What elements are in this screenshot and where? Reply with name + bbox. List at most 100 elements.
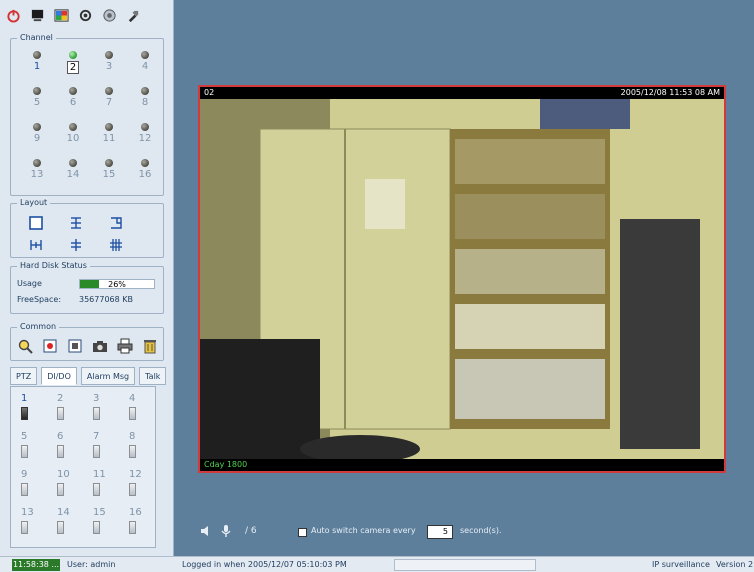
channel-11[interactable]: 11: [91, 123, 127, 147]
channel-group: Channel 1 2 3 4 5 6 7 8 9 10 11 12 13 14 15 16: [10, 32, 164, 196]
channel-12[interactable]: 12: [127, 123, 163, 147]
stop-icon[interactable]: [67, 338, 83, 354]
channel-number: 10: [66, 133, 80, 144]
layout-label: Layout: [17, 197, 51, 209]
tools-icon[interactable]: [126, 8, 141, 23]
status-user: User: admin: [67, 560, 116, 569]
status-bar: 11:58:38 ... User: admin Logged in when …: [0, 556, 754, 572]
channel-number: 3: [105, 61, 113, 72]
channel-status-led: [69, 123, 77, 131]
channel-16[interactable]: 16: [127, 159, 163, 183]
common-label: Common: [17, 321, 60, 333]
print-icon[interactable]: [117, 338, 133, 354]
record-icon[interactable]: [42, 338, 58, 354]
dido-number: 6: [57, 431, 64, 442]
channel-3[interactable]: 3: [91, 51, 127, 75]
channel-number: 15: [102, 169, 116, 180]
monitor-icon[interactable]: [30, 8, 45, 23]
status-time: 11:58:38 ...: [12, 559, 60, 571]
dido-switch[interactable]: [21, 521, 28, 534]
dido-switch[interactable]: [57, 521, 64, 534]
dido-channel-13: 13: [15, 507, 51, 541]
trash-icon[interactable]: [142, 338, 158, 354]
channel-7[interactable]: 7: [91, 87, 127, 111]
search-icon[interactable]: [17, 338, 33, 354]
dido-switch[interactable]: [21, 445, 28, 458]
dido-number: 13: [21, 507, 34, 518]
channel-number: 12: [138, 133, 152, 144]
channel-number: 8: [141, 97, 149, 108]
layout-split-icon[interactable]: [69, 216, 83, 230]
camera-scene: [200, 99, 724, 459]
video-overlay-text: Cday 1800: [204, 460, 248, 469]
channel-6[interactable]: 6: [55, 87, 91, 111]
dido-switch[interactable]: [129, 521, 136, 534]
channel-status-led: [141, 159, 149, 167]
dido-channel-7: 7: [87, 431, 123, 465]
dido-switch[interactable]: [57, 445, 64, 458]
status-progress: [394, 559, 536, 571]
channel-status-led: [105, 51, 113, 59]
speaker-icon[interactable]: [200, 524, 212, 538]
channel-1[interactable]: 1: [19, 51, 55, 75]
dido-switch[interactable]: [21, 407, 28, 420]
channel-14[interactable]: 14: [55, 159, 91, 183]
network-icon[interactable]: [102, 8, 117, 23]
microphone-icon[interactable]: [220, 524, 232, 538]
video-camera-id: 02: [204, 88, 215, 97]
dido-channel-2: 2: [51, 393, 87, 427]
dido-switch[interactable]: [57, 483, 64, 496]
channel-10[interactable]: 10: [55, 123, 91, 147]
dido-switch[interactable]: [93, 483, 100, 496]
tab-alarm-msg[interactable]: Alarm Msg: [80, 367, 136, 385]
dido-switch[interactable]: [93, 521, 100, 534]
common-toolbar: [17, 338, 158, 354]
settings-icon[interactable]: [78, 8, 93, 23]
layout-grid: [29, 216, 149, 252]
channel-9[interactable]: 9: [19, 123, 55, 147]
tab-dido[interactable]: DI/DO: [41, 367, 77, 385]
tab-ptz[interactable]: PTZ: [10, 367, 38, 385]
dido-number: 12: [129, 469, 142, 480]
camera-icon[interactable]: [92, 338, 108, 354]
dido-switch[interactable]: [57, 407, 64, 420]
dido-channel-5: 5: [15, 431, 51, 465]
channel-number: 1: [33, 61, 41, 72]
dido-number: 5: [21, 431, 28, 442]
dido-number: 7: [93, 431, 100, 442]
channel-status-led: [33, 123, 41, 131]
dido-switch[interactable]: [93, 407, 100, 420]
layout-cross-icon[interactable]: [69, 238, 83, 252]
layout-h-icon[interactable]: [29, 238, 43, 252]
tab-talk[interactable]: Talk: [139, 367, 167, 385]
autoswitch-label: Auto switch camera every: [311, 526, 416, 535]
autoswitch-checkbox[interactable]: [298, 528, 307, 537]
channel-status-led: [141, 87, 149, 95]
layout-grid-icon[interactable]: [109, 238, 123, 252]
dido-switch[interactable]: [129, 407, 136, 420]
dido-switch[interactable]: [129, 483, 136, 496]
autoswitch-seconds-input[interactable]: 5: [427, 525, 453, 539]
channel-number: 4: [141, 61, 149, 72]
layout-1x1-icon[interactable]: [29, 216, 43, 230]
usage-label: Usage: [17, 279, 42, 288]
channel-2[interactable]: 2: [55, 51, 91, 75]
channel-8[interactable]: 8: [127, 87, 163, 111]
power-icon[interactable]: [6, 8, 21, 23]
dido-channel-6: 6: [51, 431, 87, 465]
dido-channel-4: 4: [123, 393, 159, 427]
dido-channel-11: 11: [87, 469, 123, 503]
dido-number: 8: [129, 431, 136, 442]
dido-switch[interactable]: [21, 483, 28, 496]
image-icon[interactable]: [54, 8, 69, 23]
dido-switch[interactable]: [93, 445, 100, 458]
video-view[interactable]: 02 2005/12/08 11:53 08 AM Cday 1800: [198, 85, 726, 473]
channel-5[interactable]: 5: [19, 87, 55, 111]
layout-group: Layout: [10, 197, 164, 258]
channel-15[interactable]: 15: [91, 159, 127, 183]
channel-status-led: [33, 51, 41, 59]
layout-corner-icon[interactable]: [109, 216, 123, 230]
dido-switch[interactable]: [129, 445, 136, 458]
channel-4[interactable]: 4: [127, 51, 163, 75]
channel-13[interactable]: 13: [19, 159, 55, 183]
